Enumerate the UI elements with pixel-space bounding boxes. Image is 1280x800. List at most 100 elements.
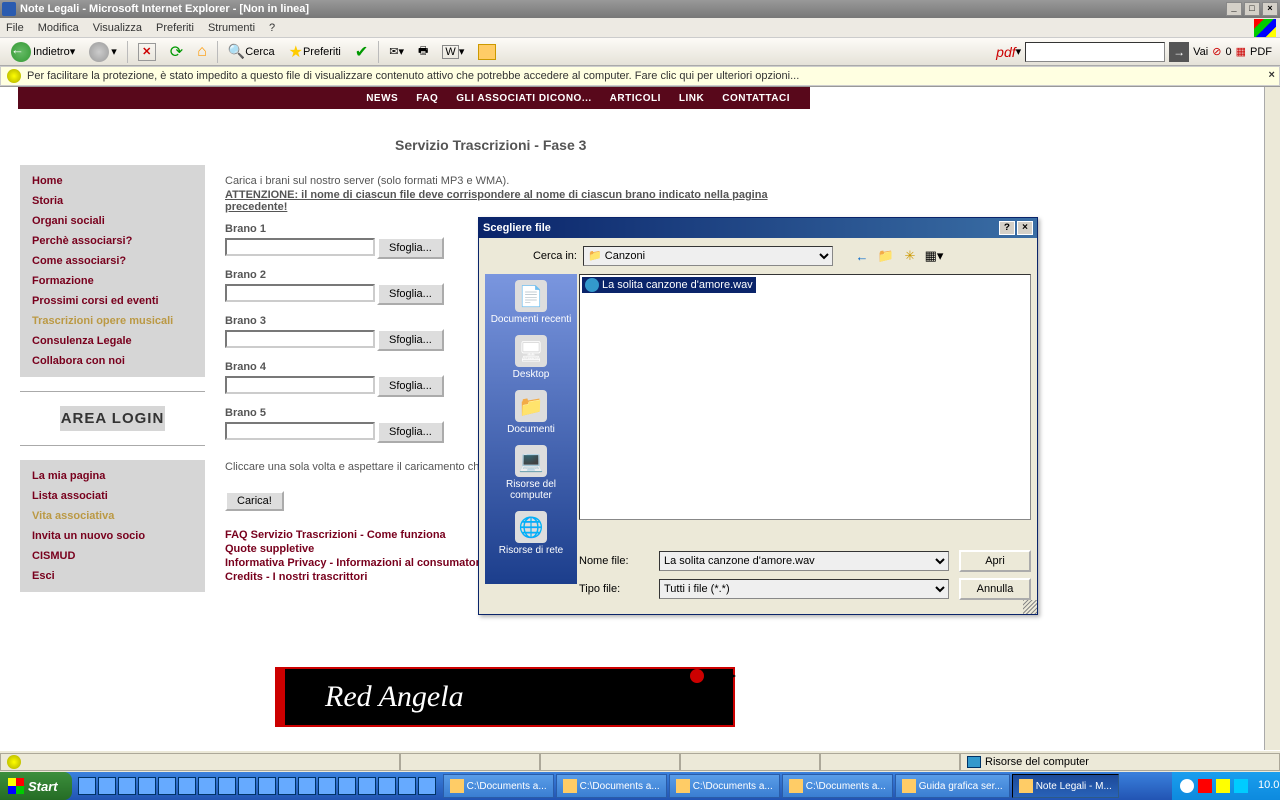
nav-new-icon[interactable]: ✳ [901, 247, 919, 265]
maximize-button[interactable]: □ [1244, 2, 1260, 16]
places-item[interactable]: 📁Documenti [485, 390, 577, 435]
ql-icon[interactable] [378, 777, 396, 795]
ql-icon[interactable] [318, 777, 336, 795]
taskbar-task[interactable]: C:\Documents a... [782, 774, 893, 798]
ql-icon[interactable] [118, 777, 136, 795]
places-item[interactable]: 🌐Risorse di rete [485, 511, 577, 556]
sidebar-item[interactable]: Consulenza Legale [20, 331, 205, 351]
menu-visualizza[interactable]: Visualizza [93, 22, 142, 34]
browse-button[interactable]: Sfoglia... [377, 237, 444, 259]
favorites-button[interactable]: ★Preferiti [285, 40, 345, 64]
filename-input[interactable]: La solita canzone d'amore.wav [659, 551, 949, 571]
info-bar[interactable]: Per facilitare la protezione, è stato im… [0, 66, 1280, 86]
address-input[interactable] [1025, 42, 1165, 62]
tray-icon[interactable] [1198, 779, 1212, 793]
ql-icon[interactable] [418, 777, 436, 795]
menu-file[interactable]: File [6, 22, 24, 34]
tray-icon[interactable] [1180, 779, 1194, 793]
sidebar-item[interactable]: Come associarsi? [20, 251, 205, 271]
taskbar-task[interactable]: Note Legali - M... [1012, 774, 1119, 798]
mail-button[interactable]: ✉▾ [385, 43, 408, 60]
upload-button[interactable]: Carica! [225, 491, 284, 511]
menu-modifica[interactable]: Modifica [38, 22, 79, 34]
ql-icon[interactable] [258, 777, 276, 795]
taskbar-task[interactable]: C:\Documents a... [556, 774, 667, 798]
places-item[interactable]: 💻Risorse del computer [485, 445, 577, 501]
ql-icon[interactable] [218, 777, 236, 795]
ql-icon[interactable] [138, 777, 156, 795]
stop-button[interactable]: ✕ [134, 41, 160, 63]
ql-icon[interactable] [398, 777, 416, 795]
home-button[interactable]: ⌂ [193, 41, 211, 63]
tray-icon[interactable] [1216, 779, 1230, 793]
pdf-icon[interactable]: ▦ [1236, 45, 1246, 58]
forward-button[interactable]: ▾ [85, 40, 121, 64]
sidebar-item[interactable]: Organi sociali [20, 211, 205, 231]
nav-back-icon[interactable]: ← [853, 247, 871, 265]
nav-view-icon[interactable]: ▦▾ [925, 247, 943, 265]
browse-button[interactable]: Sfoglia... [377, 375, 444, 397]
blocker-icon[interactable]: ⊘ [1212, 45, 1221, 58]
go-button[interactable]: → [1169, 42, 1189, 62]
menu-preferiti[interactable]: Preferiti [156, 22, 194, 34]
ql-icon[interactable] [298, 777, 316, 795]
cancel-button[interactable]: Annulla [959, 578, 1031, 600]
pdf-label[interactable]: pdf [996, 44, 1015, 60]
tray-icon[interactable] [1234, 779, 1248, 793]
brano-input[interactable] [225, 284, 375, 302]
ql-icon[interactable] [238, 777, 256, 795]
close-button[interactable]: × [1262, 2, 1278, 16]
brano-input[interactable] [225, 238, 375, 256]
nav-link[interactable]: LINK [679, 93, 704, 104]
sidebar-item[interactable]: Perchè associarsi? [20, 231, 205, 251]
dialog-help-button[interactable]: ? [999, 221, 1015, 235]
minimize-button[interactable]: _ [1226, 2, 1242, 16]
refresh-button[interactable]: ⟳ [166, 40, 187, 64]
nav-associati[interactable]: GLI ASSOCIATI DICONO... [456, 93, 591, 104]
history-button[interactable]: ✔ [351, 40, 372, 64]
nav-faq[interactable]: FAQ [416, 93, 438, 104]
print-button[interactable]: 🖶 [414, 40, 432, 63]
sidebar-item[interactable]: Esci [20, 566, 205, 586]
file-list[interactable]: La solita canzone d'amore.wav [579, 274, 1031, 520]
ql-icon[interactable] [158, 777, 176, 795]
sidebar-item[interactable]: Lista associati [20, 486, 205, 506]
edit-button[interactable]: W▾ [438, 43, 468, 61]
nav-news[interactable]: NEWS [366, 93, 398, 104]
places-item[interactable]: 🖥Desktop [485, 335, 577, 380]
scrollbar[interactable] [1264, 87, 1280, 750]
menu-strumenti[interactable]: Strumenti [208, 22, 255, 34]
nav-up-icon[interactable]: 📁 [877, 247, 895, 265]
menu-help[interactable]: ? [269, 22, 275, 34]
ql-icon[interactable] [198, 777, 216, 795]
taskbar-task[interactable]: Guida grafica ser... [895, 774, 1010, 798]
nav-articoli[interactable]: ARTICOLI [610, 93, 661, 104]
file-item[interactable]: La solita canzone d'amore.wav [582, 277, 756, 293]
filetype-select[interactable]: Tutti i file (*.*) [659, 579, 949, 599]
places-item[interactable]: 📄Documenti recenti [485, 280, 577, 325]
sidebar-item[interactable]: Formazione [20, 271, 205, 291]
brano-input[interactable] [225, 422, 375, 440]
sidebar-item[interactable]: Storia [20, 191, 205, 211]
ql-icon[interactable] [338, 777, 356, 795]
dialog-close-button[interactable]: × [1017, 221, 1033, 235]
ql-icon[interactable] [358, 777, 376, 795]
folder-button[interactable] [474, 42, 500, 62]
browse-button[interactable]: Sfoglia... [377, 283, 444, 305]
search-button[interactable]: 🔍Cerca [224, 41, 279, 62]
browse-button[interactable]: Sfoglia... [377, 421, 444, 443]
nav-contattaci[interactable]: CONTATTACI [722, 93, 790, 104]
ql-icon[interactable] [278, 777, 296, 795]
sidebar-item[interactable]: Collabora con noi [20, 351, 205, 371]
ql-icon[interactable] [78, 777, 96, 795]
sidebar-item[interactable]: Trascrizioni opere musicali [20, 311, 205, 331]
taskbar-task[interactable]: C:\Documents a... [669, 774, 780, 798]
clock[interactable]: 10.06 [1258, 779, 1272, 793]
dialog-titlebar[interactable]: Scegliere file ? × [479, 218, 1037, 238]
infobar-close[interactable]: × [1268, 70, 1275, 82]
sidebar-item[interactable]: La mia pagina [20, 466, 205, 486]
taskbar-task[interactable]: C:\Documents a... [443, 774, 554, 798]
open-button[interactable]: Apri [959, 550, 1031, 572]
start-button[interactable]: Start [0, 772, 72, 800]
ql-icon[interactable] [178, 777, 196, 795]
